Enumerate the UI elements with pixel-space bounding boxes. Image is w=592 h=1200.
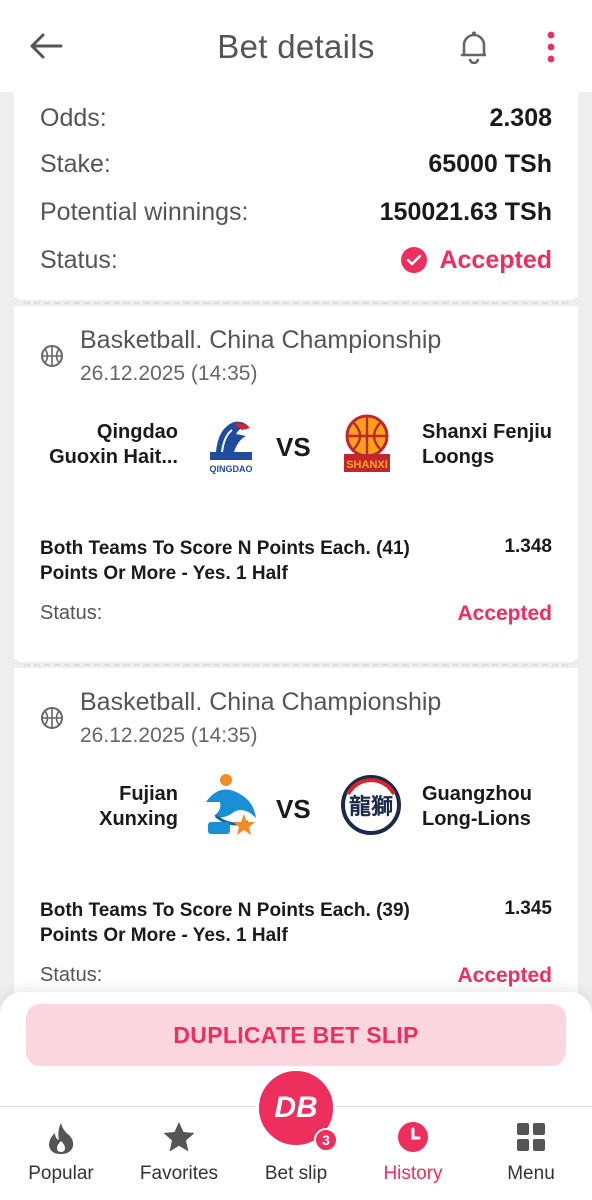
event-date: 26.12.2025 (14:35) bbox=[80, 724, 258, 747]
vs-label: VS bbox=[276, 432, 311, 462]
home-team-name: Fujian Xunxing bbox=[99, 783, 178, 830]
bell-icon[interactable] bbox=[455, 28, 493, 66]
nav-menu[interactable]: Menu bbox=[472, 1107, 590, 1200]
basketball-icon bbox=[41, 345, 63, 367]
event-card: Basketball. China Championship 26.12.202… bbox=[14, 668, 578, 1024]
winnings-value: 150021.63 TSh bbox=[379, 197, 552, 226]
svg-text:龍獅: 龍獅 bbox=[349, 794, 393, 820]
qingdao-team-logo: QINGDAO bbox=[200, 414, 262, 478]
nav-history[interactable]: History bbox=[354, 1107, 472, 1200]
selection-odd: 1.348 bbox=[504, 536, 552, 557]
stake-row: Stake: 65000 TSh bbox=[40, 148, 552, 180]
more-vertical-icon[interactable] bbox=[536, 28, 566, 66]
winnings-label: Potential winnings: bbox=[40, 197, 249, 226]
stake-value: 65000 TSh bbox=[428, 149, 552, 178]
odds-row: Odds: 2.308 bbox=[40, 102, 552, 134]
league-name: Basketball. China Championship bbox=[80, 688, 442, 716]
market-name: Both Teams To Score N Points Each. (39) P… bbox=[40, 900, 410, 946]
status-value: Accepted bbox=[439, 245, 552, 274]
stake-label: Stake: bbox=[40, 149, 111, 178]
duplicate-bet-slip-button[interactable]: DUPLICATE BET SLIP bbox=[26, 1004, 566, 1066]
page-title: Bet details bbox=[217, 28, 375, 65]
home-team-name: Qingdao Guoxin Hait... bbox=[49, 421, 178, 468]
guangzhou-team-logo: 龍獅 bbox=[338, 774, 401, 838]
svg-text:QINGDAO: QINGDAO bbox=[209, 464, 252, 474]
odds-value: 2.308 bbox=[489, 103, 552, 132]
nav-popular[interactable]: Popular bbox=[2, 1107, 120, 1200]
event-status-label: Status: bbox=[40, 602, 103, 624]
flame-icon bbox=[49, 1123, 74, 1154]
svg-text:SHANXI: SHANXI bbox=[346, 459, 388, 471]
nav-popular-label: Popular bbox=[28, 1163, 94, 1184]
betslip-count-badge: 3 bbox=[314, 1128, 338, 1152]
fujian-team-logo bbox=[200, 772, 262, 836]
status-label: Status: bbox=[40, 245, 118, 274]
vs-label: VS bbox=[276, 794, 311, 824]
event-status-label: Status: bbox=[40, 964, 103, 986]
odds-label: Odds: bbox=[40, 103, 107, 132]
grid-menu-icon bbox=[517, 1123, 545, 1151]
market-name: Both Teams To Score N Points Each. (41) P… bbox=[40, 538, 410, 584]
event-status-value: Accepted bbox=[457, 602, 552, 625]
shanxi-team-logo: SHANXI bbox=[336, 410, 398, 474]
nav-favorites[interactable]: Favorites bbox=[120, 1107, 238, 1200]
nav-favorites-label: Favorites bbox=[139, 1163, 219, 1184]
selection-odd: 1.345 bbox=[504, 898, 552, 919]
nav-history-label: History bbox=[383, 1163, 443, 1184]
star-icon bbox=[163, 1122, 195, 1152]
nav-menu-label: Menu bbox=[507, 1163, 555, 1184]
winnings-row: Potential winnings: 150021.63 TSh bbox=[40, 196, 552, 228]
away-team-name: Shanxi Fenjiu Loongs bbox=[422, 421, 553, 468]
event-date: 26.12.2025 (14:35) bbox=[80, 362, 258, 385]
app-header: Bet details bbox=[0, 0, 592, 92]
league-name: Basketball. China Championship bbox=[80, 326, 442, 354]
nav-betslip-label: Bet slip bbox=[264, 1163, 328, 1184]
basketball-icon bbox=[41, 707, 63, 729]
status-row: Status: Accepted bbox=[40, 244, 552, 276]
status-value-wrap: Accepted bbox=[401, 246, 552, 275]
bet-summary-card: Odds: 2.308 Stake: 65000 TSh Potential w… bbox=[14, 92, 578, 300]
event-status-value: Accepted bbox=[457, 964, 552, 987]
away-team-name: Guangzhou Long-Lions bbox=[422, 783, 532, 830]
clock-icon bbox=[398, 1122, 428, 1152]
check-circle-icon bbox=[401, 247, 428, 273]
event-card: Basketball. China Championship 26.12.202… bbox=[14, 306, 578, 662]
